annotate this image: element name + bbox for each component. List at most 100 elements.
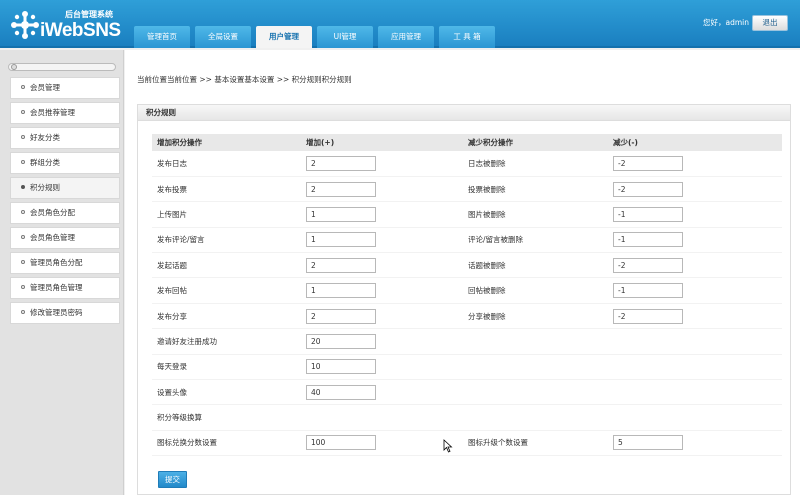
sub-points-input[interactable] — [613, 308, 683, 324]
bullet-icon — [21, 135, 25, 139]
nav-tab-toolbox[interactable]: 工 具 箱 — [439, 26, 495, 48]
sidebar-item-member-role-assign[interactable]: 会员角色分配 — [10, 202, 120, 224]
nav-tab-home[interactable]: 管理首页 — [134, 26, 190, 48]
table-row: 发布日志 日志被删除 — [152, 151, 782, 177]
logo-text: iWebSNS — [40, 20, 121, 41]
sidebar-item-label: 好友分类 — [30, 133, 60, 142]
sidebar-item-points-rules[interactable]: 积分规则 — [10, 177, 120, 199]
bullet-icon — [21, 210, 25, 214]
mouse-cursor-icon — [443, 439, 453, 453]
table-row: 邀请好友注册成功 — [152, 328, 782, 355]
table-row: 发起话题 话题被删除 — [152, 252, 782, 279]
add-action-label: 发起话题 — [152, 252, 301, 279]
sidebar-item-label: 会员推荐管理 — [30, 108, 75, 117]
col-header-add-action: 增加积分操作 — [152, 134, 301, 151]
sub-points-input[interactable] — [613, 155, 683, 171]
sidebar-item-label: 管理员角色管理 — [30, 283, 83, 292]
toggle-knob-icon — [11, 64, 17, 70]
col-header-sub-action: 减少积分操作 — [463, 134, 608, 151]
add-action-label: 上传图片 — [152, 201, 301, 228]
add-points-input[interactable] — [306, 155, 376, 171]
sidebar: 会员管理 会员推荐管理 好友分类 群组分类 积分规则 会员角色分配 会员角色管理… — [0, 50, 124, 495]
sidebar-item-label: 群组分类 — [30, 158, 60, 167]
add-action-label: 发布日志 — [152, 151, 301, 177]
sidebar-item-admin-role-manage[interactable]: 管理员角色管理 — [10, 277, 120, 299]
sub-action-label: 话题被删除 — [463, 252, 608, 279]
bullet-icon — [21, 85, 25, 89]
sub-action-label: 回帖被删除 — [463, 277, 608, 304]
table-row: 发布评论/留言 评论/留言被删除 — [152, 227, 782, 254]
add-points-input[interactable] — [306, 283, 376, 299]
add-points-input[interactable] — [306, 181, 376, 197]
nav-tab-user-management[interactable]: 用户管理 — [256, 26, 312, 48]
bullet-icon — [21, 110, 25, 114]
nav-tab-app-management[interactable]: 应用管理 — [378, 26, 434, 48]
sidebar-item-member-management[interactable]: 会员管理 — [10, 77, 120, 99]
section-row: 积分等级换算 — [152, 404, 782, 431]
add-points-input[interactable] — [306, 232, 376, 248]
sub-points-input[interactable] — [613, 181, 683, 197]
header: 后台管理系统 iWebSNS 管理首页 全局设置 用户管理 UI管理 应用管理 … — [0, 0, 800, 48]
sidebar-item-member-role-manage[interactable]: 会员角色管理 — [10, 227, 120, 249]
sidebar-item-label: 管理员角色分配 — [30, 258, 83, 267]
table-row: 每天登录 — [152, 354, 782, 381]
add-action-label: 每天登录 — [152, 354, 301, 381]
icon-exchange-label: 图标兑换分数设置 — [152, 430, 301, 457]
greeting: 您好，admin — [703, 18, 749, 27]
add-points-input[interactable] — [306, 359, 376, 375]
add-points-input[interactable] — [306, 206, 376, 222]
sub-points-input[interactable] — [613, 232, 683, 248]
sidebar-item-change-admin-password[interactable]: 修改管理员密码 — [10, 302, 120, 324]
sidebar-item-label: 积分规则 — [30, 183, 60, 192]
bullet-icon — [21, 285, 25, 289]
add-action-label: 设置头像 — [152, 379, 301, 406]
col-header-sub-value: 减少(-) — [608, 134, 782, 151]
breadcrumb: 当前位置当前位置 >> 基本设置基本设置 >> 积分规则积分规则 — [137, 75, 352, 84]
add-points-input[interactable] — [306, 384, 376, 400]
nav-tab-ui-management[interactable]: UI管理 — [317, 26, 373, 48]
bullet-icon — [21, 185, 25, 189]
sidebar-menu: 会员管理 会员推荐管理 好友分类 群组分类 积分规则 会员角色分配 会员角色管理… — [10, 77, 120, 327]
panel-title: 积分规则 — [138, 105, 790, 121]
bullet-icon — [21, 235, 25, 239]
sub-points-input[interactable] — [613, 206, 683, 222]
table-row: 发布回帖 回帖被删除 — [152, 277, 782, 304]
main-content: 当前位置当前位置 >> 基本设置基本设置 >> 积分规则积分规则 积分规则 增加… — [125, 50, 800, 495]
add-points-input[interactable] — [306, 308, 376, 324]
icon-upgrade-input[interactable] — [613, 435, 683, 451]
sidebar-item-member-referral[interactable]: 会员推荐管理 — [10, 102, 120, 124]
logo-subtitle: 后台管理系统 — [65, 10, 113, 19]
sidebar-item-label: 会员管理 — [30, 83, 60, 92]
table-row: 设置头像 — [152, 379, 782, 406]
submit-button[interactable]: 提交 — [158, 471, 187, 488]
bullet-icon — [21, 160, 25, 164]
nav-tab-global-settings[interactable]: 全局设置 — [195, 26, 251, 48]
sidebar-item-friend-category[interactable]: 好友分类 — [10, 127, 120, 149]
table-row: 图标兑换分数设置 图标升级个数设置 — [152, 430, 782, 457]
logout-button[interactable]: 退出 — [752, 15, 788, 31]
sidebar-item-group-category[interactable]: 群组分类 — [10, 152, 120, 174]
add-points-input[interactable] — [306, 257, 376, 273]
sub-points-input[interactable] — [613, 257, 683, 273]
icon-upgrade-label: 图标升级个数设置 — [463, 430, 608, 457]
table-row: 发布分享 分享被删除 — [152, 303, 782, 330]
sub-action-label: 图片被删除 — [463, 201, 608, 228]
table-row: 上传图片 图片被删除 — [152, 201, 782, 228]
add-action-label: 邀请好友注册成功 — [152, 328, 301, 355]
sidebar-item-admin-role-assign[interactable]: 管理员角色分配 — [10, 252, 120, 274]
logo-people-icon — [11, 11, 39, 39]
table-header-row: 增加积分操作 增加(+) 减少积分操作 减少(-) — [152, 134, 782, 151]
add-points-input[interactable] — [306, 333, 376, 349]
bullet-icon — [21, 310, 25, 314]
add-action-label: 发布回帖 — [152, 277, 301, 304]
level-conversion-section-label: 积分等级换算 — [152, 404, 782, 431]
sub-action-label: 评论/留言被删除 — [463, 227, 608, 254]
icon-exchange-input[interactable] — [306, 435, 376, 451]
sidebar-item-label: 修改管理员密码 — [30, 308, 83, 317]
bullet-icon — [21, 260, 25, 264]
points-rules-table: 增加积分操作 增加(+) 减少积分操作 减少(-) 发布日志 日志被删除 发布投… — [152, 134, 782, 457]
add-action-label: 发布评论/留言 — [152, 227, 301, 254]
sub-points-input[interactable] — [613, 283, 683, 299]
sub-action-label: 日志被删除 — [463, 151, 608, 177]
sidebar-collapse-toggle[interactable] — [8, 63, 116, 71]
